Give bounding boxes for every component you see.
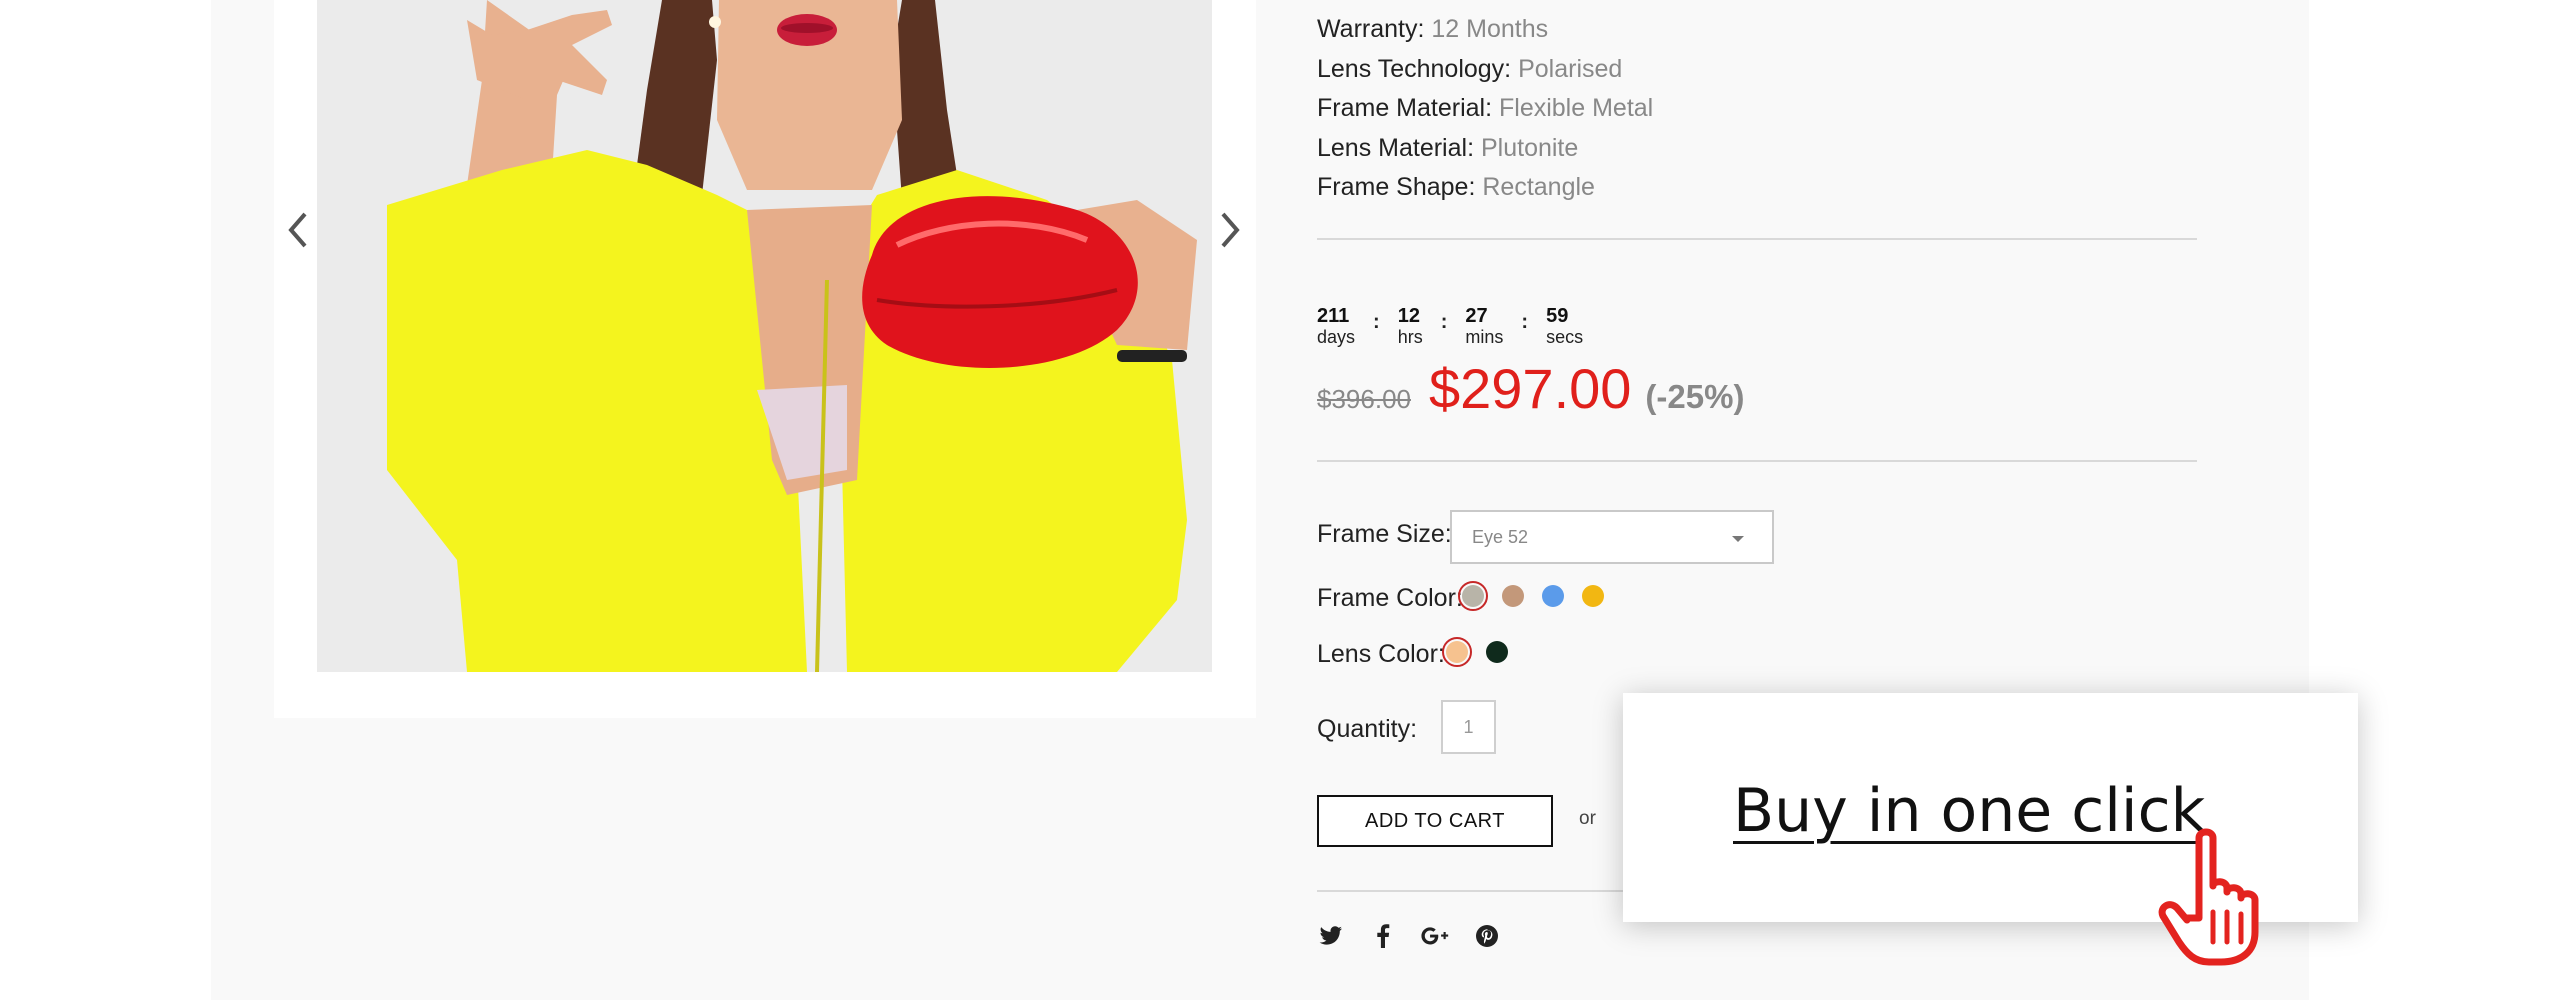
countdown-hours-label: hrs xyxy=(1397,327,1423,347)
spec-label: Frame Material: xyxy=(1317,94,1493,122)
countdown-days-value: 211 xyxy=(1317,305,1350,327)
frame-size-select[interactable]: Eye 52 xyxy=(1450,510,1774,564)
frame-color-swatch-dot xyxy=(1582,585,1604,607)
countdown-days: 211 days xyxy=(1317,305,1355,347)
countdown-minutes: 27 mins xyxy=(1465,305,1503,347)
spec-value: Rectangle xyxy=(1482,173,1595,201)
countdown-hours-value: 12 xyxy=(1397,305,1420,327)
countdown-separator: : xyxy=(1373,311,1380,333)
frame-color-swatch[interactable] xyxy=(1578,581,1608,611)
discount-percent: (-25%) xyxy=(1645,378,1745,415)
spec-label: Lens Material: xyxy=(1317,133,1475,162)
model-photo-illustration xyxy=(317,0,1212,672)
frame-size-label: Frame Size: xyxy=(1317,520,1452,548)
chevron-right-icon xyxy=(1221,212,1240,248)
countdown-seconds: 59 secs xyxy=(1546,305,1583,347)
google-plus-icon[interactable] xyxy=(1421,922,1449,950)
countdown-minutes-label: mins xyxy=(1465,327,1504,347)
spec-warranty: Warranty: 12 Months xyxy=(1317,10,1653,50)
lens-color-swatch[interactable] xyxy=(1442,637,1472,667)
twitter-icon[interactable] xyxy=(1317,922,1345,950)
spec-label: Frame Shape: xyxy=(1317,173,1476,201)
sale-countdown: 211 days : 12 hrs : 27 mins : 59 secs xyxy=(1317,305,1583,347)
frame-color-swatch-dot xyxy=(1462,585,1484,607)
countdown-minutes-value: 27 xyxy=(1465,305,1488,327)
countdown-separator: : xyxy=(1521,311,1529,333)
spec-frame-material: Frame Material: Flexible Metal xyxy=(1317,89,1653,129)
spec-value: Plutonite xyxy=(1480,133,1579,162)
chevron-down-icon xyxy=(1732,536,1744,542)
quantity-input[interactable]: 1 xyxy=(1441,700,1496,754)
social-share xyxy=(1317,922,1501,950)
spec-lens-material: Lens Material: Plutonite xyxy=(1317,129,1653,169)
divider xyxy=(1317,238,2197,240)
frame-color-swatches xyxy=(1458,581,1608,611)
frame-color-swatch[interactable] xyxy=(1458,581,1488,611)
frame-color-swatch[interactable] xyxy=(1498,581,1528,611)
spec-label: Warranty: xyxy=(1317,15,1425,43)
lens-color-swatch-dot xyxy=(1486,641,1508,663)
chevron-left-icon xyxy=(288,212,307,248)
sale-price: $297.00 xyxy=(1428,357,1632,420)
lens-color-label: Lens Color: xyxy=(1317,640,1445,668)
or-separator: or xyxy=(1579,808,1596,829)
gallery-next-button[interactable] xyxy=(1210,205,1250,255)
spec-value: Polarised xyxy=(1518,54,1623,83)
spec-value: Flexible Metal xyxy=(1499,94,1654,122)
buy-one-click-link[interactable]: Buy in one click xyxy=(1733,781,2205,841)
spec-lens-technology: Lens Technology: Polarised xyxy=(1317,50,1653,90)
frame-color-swatch-dot xyxy=(1542,585,1564,607)
facebook-icon[interactable] xyxy=(1369,922,1397,950)
countdown-hours: 12 hrs xyxy=(1398,305,1423,347)
frame-color-label: Frame Color: xyxy=(1317,584,1463,612)
divider xyxy=(1317,460,2197,462)
gallery-prev-button[interactable] xyxy=(278,205,318,255)
frame-color-swatch-dot xyxy=(1502,585,1524,607)
product-specs: Warranty: 12 Months Lens Technology: Pol… xyxy=(1317,10,1653,208)
lens-color-swatch[interactable] xyxy=(1482,637,1512,667)
price-block: $396.00 $297.00 (-25%) xyxy=(1317,356,1744,421)
countdown-seconds-label: secs xyxy=(1546,327,1584,347)
frame-color-swatch[interactable] xyxy=(1538,581,1568,611)
pointer-hand-icon xyxy=(2158,828,2259,966)
pinterest-icon[interactable] xyxy=(1473,922,1501,950)
countdown-days-label: days xyxy=(1317,327,1356,347)
countdown-separator: : xyxy=(1440,311,1448,333)
spec-frame-shape: Frame Shape: Rectangle xyxy=(1317,168,1653,208)
spec-value: 12 Months xyxy=(1431,15,1549,43)
quantity-label: Quantity: xyxy=(1317,715,1418,743)
product-image[interactable] xyxy=(317,0,1212,672)
spec-label: Lens Technology: xyxy=(1317,54,1512,83)
lens-color-swatches xyxy=(1442,637,1512,667)
old-price: $396.00 xyxy=(1317,384,1411,414)
add-to-cart-button[interactable]: ADD TO CART xyxy=(1317,795,1553,847)
countdown-seconds-value: 59 xyxy=(1546,305,1569,327)
frame-size-value: Eye 52 xyxy=(1472,526,1529,547)
lens-color-swatch-dot xyxy=(1446,641,1468,663)
